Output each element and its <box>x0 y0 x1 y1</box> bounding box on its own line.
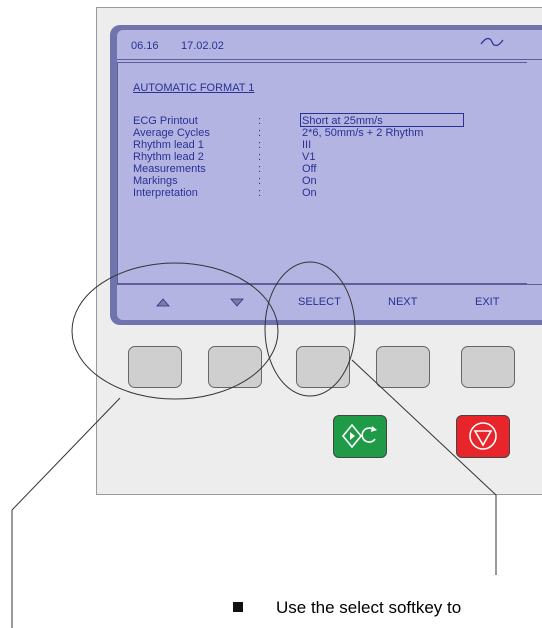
callout-overlay <box>11 261 497 628</box>
bullet-icon <box>233 602 243 612</box>
instruction-text: Use the select softkey to <box>276 598 462 617</box>
